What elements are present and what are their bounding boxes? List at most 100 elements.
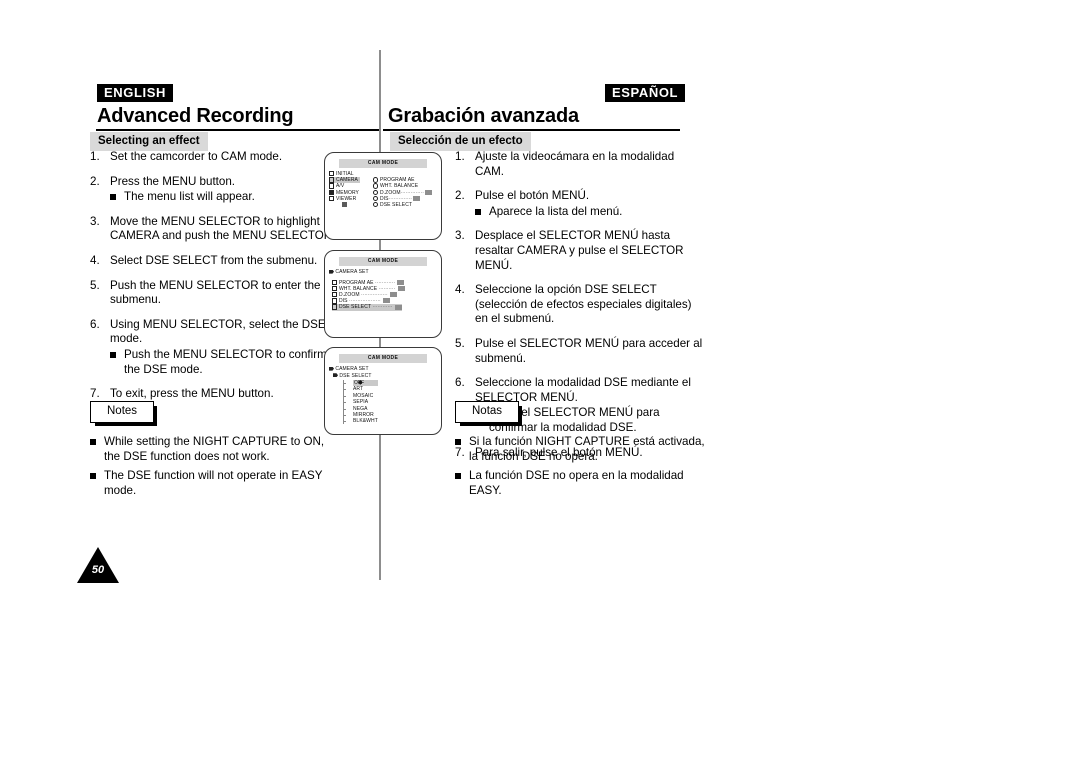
step-sub-note-text: Push the MENU SELECTOR to confirm the DS… xyxy=(124,347,327,376)
lcd-sub-menu-item[interactable]: DSE SELECT xyxy=(373,201,439,208)
step-text: Move the MENU SELECTOR to highlight CAME… xyxy=(110,214,336,243)
instruction-step: 4. Seleccione la opción DSE SELECT (selec… xyxy=(455,283,705,327)
lcd-body-3: CAMERA SET DSE SELECT ◆ OFF ART MOSAIC SEPIA N… xyxy=(329,366,438,424)
step-number: 1. xyxy=(90,150,100,163)
manual-page: ENGLISH Advanced Recording Selecting an … xyxy=(0,0,1080,763)
step-number: 6. xyxy=(455,376,465,390)
dse-option-label: MOSAIC xyxy=(353,392,374,399)
page-number-badge: 50 xyxy=(77,547,119,583)
square-bullet-icon xyxy=(455,473,461,480)
section-badge-english: Selecting an effect xyxy=(90,132,208,151)
notes-list-english: While setting the NIGHT CAPTURE to ON, t… xyxy=(90,435,340,498)
step-text: Pulse el SELECTOR MENÚ para acceder al s… xyxy=(475,336,703,365)
note-item: The DSE function will not operate in EAS… xyxy=(90,469,340,498)
lcd-screen-camera-set: CAM MODE CAMERA SET PROGRAM AE ·········… xyxy=(324,250,442,338)
lcd-back-icon-row[interactable] xyxy=(329,202,371,208)
dse-rail-tick xyxy=(343,395,346,397)
step-number: 4. xyxy=(90,253,100,267)
dse-rail-tick xyxy=(343,383,346,384)
notes-tab-english: Notes xyxy=(90,401,158,426)
lcd-sub-menu-label: DSE SELECT xyxy=(379,201,413,208)
lcd-breadcrumb-3: CAMERA SET DSE SELECT xyxy=(329,366,438,379)
breadcrumb-arrow-icon xyxy=(329,269,334,274)
step-text: Push the MENU SELECTOR to enter the subm… xyxy=(110,278,321,307)
note-item: Si la función NIGHT CAPTURE está activad… xyxy=(455,435,705,464)
square-bullet-icon xyxy=(110,351,116,358)
step-sub-note-text: The menu list will appear. xyxy=(124,190,255,204)
breadcrumb-arrow-icon xyxy=(329,366,334,371)
step-number: 1. xyxy=(455,150,465,163)
lcd-item-list-2: PROGRAM AE ············ WHT. BALANCE ···… xyxy=(329,279,438,311)
back-arrow-icon xyxy=(342,202,348,208)
lcd-value-badge xyxy=(412,195,420,201)
instruction-step: 7. To exit, press the MENU button. xyxy=(90,387,338,402)
folder-icon xyxy=(329,183,335,189)
step-text: Ajuste la videocámara en la modalidad CA… xyxy=(475,150,675,178)
lcd-breadcrumb-item[interactable]: CAMERA SET xyxy=(329,269,438,276)
dse-option-label: MIRROR xyxy=(353,411,374,418)
step-number: 6. xyxy=(90,317,100,331)
square-bullet-icon xyxy=(90,473,96,480)
step-text: Select DSE SELECT from the submenu. xyxy=(110,253,318,267)
lcd-breadcrumb-item[interactable]: CAMERA SET xyxy=(329,366,438,373)
dse-rail-tick xyxy=(343,402,346,404)
step-text: Set the camcorder to CAM mode. xyxy=(110,150,283,163)
lcd-title-1: CAM MODE xyxy=(339,159,427,168)
setting-icon xyxy=(332,304,338,310)
setting-icon xyxy=(332,291,338,298)
step-number: 3. xyxy=(455,229,465,243)
lcd-main-menu-label: VIEWER xyxy=(335,195,357,202)
dse-rail-tick xyxy=(343,389,346,391)
step-number: 2. xyxy=(455,189,465,203)
step-sub-note: The menu list will appear. xyxy=(110,190,338,205)
title-rule-left xyxy=(96,129,379,131)
leader-dots: ············ xyxy=(373,279,397,286)
steps-list-english: 1. Set the camcorder to CAM mode. 2. Press … xyxy=(90,150,338,412)
step-number: 5. xyxy=(90,278,100,292)
note-text: La función DSE no opera en la modalidad … xyxy=(469,469,684,497)
dse-option-list: ◆ OFF ART MOSAIC SEPIA NEGA MIRROR BLK&WHT xyxy=(347,380,379,425)
breadcrumb-arrow-icon xyxy=(333,373,338,378)
folder-icon xyxy=(329,177,335,183)
lcd-value-badge xyxy=(390,292,398,298)
lcd-setting-label: PROGRAM AE xyxy=(338,279,374,286)
lcd-breadcrumb-item[interactable]: DSE SELECT xyxy=(329,373,438,380)
leader-dots: ·············· xyxy=(400,189,424,196)
step-number: 7. xyxy=(90,387,100,401)
lcd-sub-menu-label: PROGRAM AE xyxy=(379,177,415,184)
instruction-step: 3. Desplace el SELECTOR MENÚ hasta resalt… xyxy=(455,229,705,273)
lcd-setting-label: DIS xyxy=(338,298,348,305)
lcd-value-badge xyxy=(397,279,405,285)
language-tag-spanish: ESPAÑOL xyxy=(605,84,686,102)
bullet-circle-icon xyxy=(373,189,379,195)
lcd-setting-row[interactable]: DSE SELECT ············ xyxy=(329,304,438,311)
step-text: Pulse el botón MENÚ. xyxy=(475,189,590,203)
lcd-main-menu-label: A/V xyxy=(335,183,345,190)
lcd-breadcrumb-label: CAMERA SET xyxy=(335,269,369,275)
step-number: 2. xyxy=(90,174,100,188)
lcd-value-badge xyxy=(397,285,405,291)
square-bullet-icon xyxy=(90,439,96,445)
leader-dots: ··················· xyxy=(347,298,383,305)
dse-option[interactable]: BLK&WHT xyxy=(347,418,378,424)
instruction-step: 6. Using MENU SELECTOR, select the DSE mo… xyxy=(90,318,338,377)
notes-tab-spanish: Notas xyxy=(455,401,523,426)
lcd-sub-menu-label: WHT. BALANCE xyxy=(379,183,419,190)
instruction-step: 2. Pulse el botón MENÚ. Aparece la lista d… xyxy=(455,189,705,219)
lcd-breadcrumb-2: CAMERA SET xyxy=(329,269,438,276)
note-text: While setting the NIGHT CAPTURE to ON, t… xyxy=(104,435,325,463)
step-sub-note: Push the MENU SELECTOR to confirm the DS… xyxy=(110,348,338,377)
lcd-sub-menu-label: D.ZOOM xyxy=(379,189,401,196)
step-number: 3. xyxy=(90,214,100,228)
square-bullet-icon xyxy=(110,194,116,201)
chapter-title-spanish: Grabación avanzada xyxy=(388,105,579,127)
selection-cursor-icon: ◆ xyxy=(358,380,363,386)
dse-rail-tick xyxy=(343,415,346,416)
step-sub-note-text: Aparece la lista del menú. xyxy=(489,204,623,218)
bullet-circle-icon xyxy=(373,201,379,208)
instruction-step: 3. Move the MENU SELECTOR to highlight CA… xyxy=(90,215,338,244)
lcd-breadcrumb-label: DSE SELECT xyxy=(339,372,372,379)
lcd-setting-label: DSE SELECT xyxy=(338,304,372,311)
step-text: Seleccione la opción DSE SELECT (selecci… xyxy=(475,283,692,326)
dse-option-label: SEPIA xyxy=(353,399,369,406)
